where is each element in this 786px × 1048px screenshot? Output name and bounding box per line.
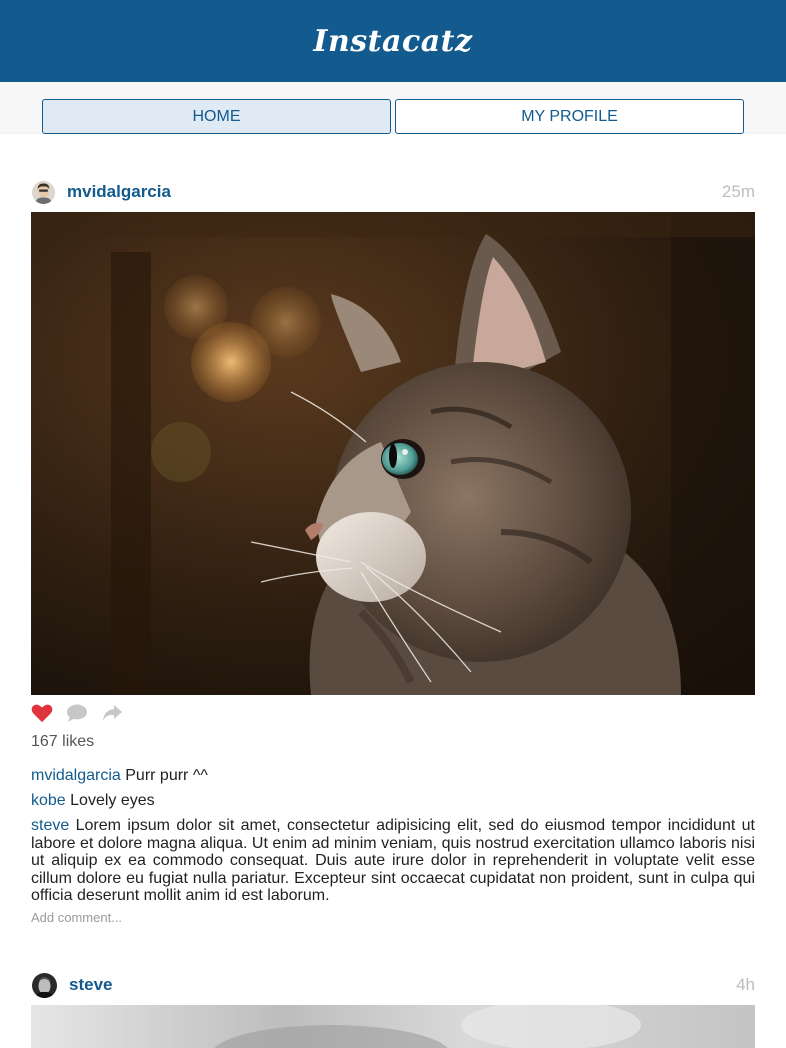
comment-username[interactable]: kobe [31, 792, 66, 809]
post-header: mvidalgarcia 25m [31, 172, 755, 212]
share-icon[interactable] [101, 703, 123, 723]
post-header: steve 4h [31, 965, 755, 1005]
comment-username[interactable]: steve [31, 817, 69, 834]
comment-icon[interactable] [66, 703, 88, 723]
comment: steve Lorem ipsum dolor sit amet, consec… [31, 817, 755, 905]
likes-count: 167 likes [31, 733, 95, 750]
comment: kobe Lovely eyes [31, 792, 755, 809]
add-comment-input[interactable] [31, 908, 331, 927]
my-profile-tab[interactable]: MY PROFILE [395, 99, 744, 134]
post-timestamp: 25m [721, 182, 755, 201]
post-actions [31, 695, 755, 731]
comment-text: Lovely eyes [65, 792, 155, 809]
avatar[interactable] [32, 180, 55, 204]
app-header: Instacatz [0, 0, 786, 82]
cat-photo[interactable] [31, 1005, 755, 1048]
post-username[interactable]: steve [69, 975, 112, 995]
comments-list: mvidalgarcia Purr purr ^^ kobe Lovely ey… [31, 767, 755, 927]
post-timestamp: 4h [736, 975, 755, 994]
comment-text: Lorem ipsum dolor sit amet, consectetur … [31, 817, 755, 904]
comment: mvidalgarcia Purr purr ^^ [31, 767, 755, 784]
home-tab[interactable]: HOME [42, 99, 391, 134]
comment-text: Purr purr ^^ [120, 767, 208, 784]
app-logo[interactable]: Instacatz [313, 24, 472, 59]
cat-photo[interactable] [31, 212, 755, 695]
post: mvidalgarcia 25m 167 likes mvidalgarcia … [0, 172, 786, 927]
heart-icon[interactable] [31, 703, 53, 723]
post: steve 4h [0, 965, 786, 1048]
nav-bar: HOME MY PROFILE [0, 82, 786, 134]
post-username[interactable]: mvidalgarcia [67, 182, 171, 202]
avatar[interactable] [32, 972, 57, 998]
comment-username[interactable]: mvidalgarcia [31, 767, 121, 784]
